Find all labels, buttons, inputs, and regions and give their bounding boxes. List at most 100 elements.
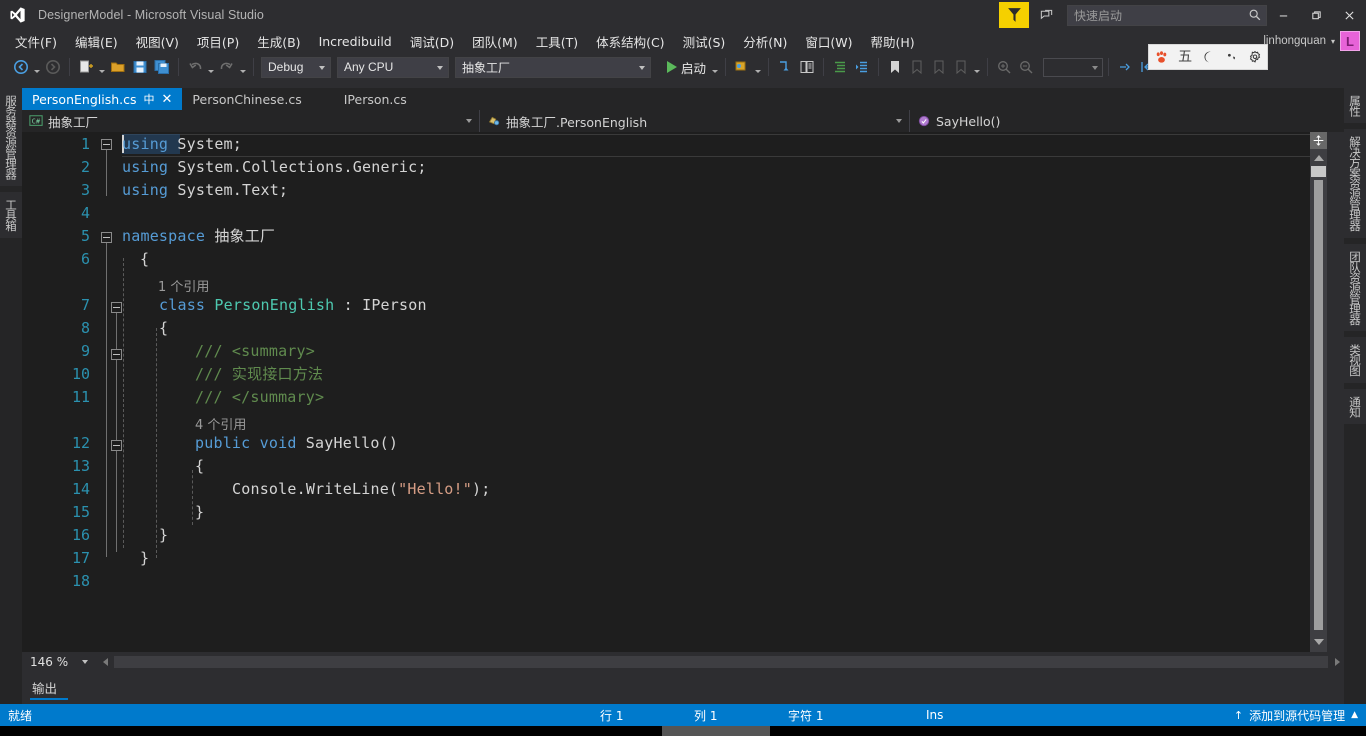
moon-icon[interactable] — [1201, 50, 1215, 64]
menu-item-team[interactable]: 团队(M) — [463, 29, 527, 54]
tab-output[interactable]: 输出 — [32, 678, 57, 697]
input-mode-wubi-label[interactable]: 五 — [1178, 50, 1192, 64]
open-file-icon[interactable] — [107, 56, 129, 78]
start-caret[interactable] — [710, 56, 720, 78]
attach-caret[interactable] — [753, 56, 763, 78]
attach-to-process-icon[interactable] — [731, 56, 753, 78]
sidebar-item-team-explorer[interactable]: 团队资源管理器 — [1344, 243, 1366, 331]
user-account-bar[interactable]: linhongquan ▾ L — [1263, 30, 1360, 52]
code-line[interactable]: 13 { — [22, 454, 1314, 477]
menu-item-architecture[interactable]: 体系结构(C) — [587, 29, 673, 54]
menu-item-project[interactable]: 项目(P) — [188, 29, 248, 54]
bookmark-caret[interactable] — [972, 56, 982, 78]
code-line[interactable]: 8 { — [22, 316, 1314, 339]
code-line[interactable]: 3 using System.Text; — [22, 178, 1314, 201]
close-icon[interactable]: ✕ — [162, 92, 173, 107]
increase-indent-icon[interactable] — [829, 56, 851, 78]
close-button[interactable] — [1333, 0, 1366, 30]
code-line[interactable]: 16 } — [22, 523, 1314, 546]
maximize-restore-button[interactable] — [1300, 0, 1333, 30]
pin-icon[interactable]: 中 — [144, 91, 155, 107]
menu-item-window[interactable]: 窗口(W) — [796, 29, 861, 54]
menu-item-analyze[interactable]: 分析(N) — [734, 29, 796, 54]
sidebar-item-server-explorer[interactable]: 服务器资源管理器 — [0, 88, 22, 186]
quick-launch-search[interactable]: 快速启动 — [1067, 4, 1267, 26]
save-all-icon[interactable] — [151, 56, 173, 78]
chevron-down-icon[interactable] — [82, 660, 89, 664]
tab-person-english[interactable]: PersonEnglish.cs 中 ✕ — [22, 88, 183, 110]
toggle-bookmark-icon[interactable] — [1114, 56, 1136, 78]
sidebar-item-notifications[interactable]: 通知 — [1344, 388, 1366, 424]
chevron-down-icon[interactable]: ▾ — [1331, 37, 1335, 46]
feedback-flag-icon[interactable] — [999, 2, 1029, 28]
code-line[interactable]: 11 /// </summary> — [22, 385, 1314, 408]
redo-caret[interactable] — [238, 56, 248, 78]
project-selector-combo[interactable]: C# 抽象工厂 — [22, 110, 480, 132]
new-project-caret[interactable] — [97, 56, 107, 78]
scroll-up-arrow-icon[interactable] — [1310, 150, 1327, 166]
menu-item-build[interactable]: 生成(B) — [248, 29, 309, 54]
save-icon[interactable] — [129, 56, 151, 78]
minimize-button[interactable] — [1267, 0, 1300, 30]
code-line[interactable]: 12 public void SayHello() — [22, 431, 1314, 454]
scroll-right-arrow-icon[interactable] — [1330, 654, 1344, 670]
code-line[interactable]: 5 namespace 抽象工厂 — [22, 224, 1314, 247]
editor-scroll-track[interactable] — [1314, 180, 1323, 630]
avatar[interactable]: L — [1340, 31, 1360, 51]
code-line[interactable]: 4 — [22, 201, 1314, 224]
tab-person-chinese[interactable]: PersonChinese.cs — [182, 88, 311, 110]
navigate-backward-icon[interactable] — [10, 56, 32, 78]
comment-selection-icon[interactable] — [796, 56, 818, 78]
editor-horizontal-scrollbar[interactable] — [114, 656, 1328, 668]
menu-item-debug[interactable]: 调试(D) — [401, 29, 463, 54]
menu-item-help[interactable]: 帮助(H) — [862, 29, 924, 54]
menu-item-test[interactable]: 测试(S) — [674, 29, 735, 54]
configuration-combo[interactable]: Debug — [261, 56, 331, 78]
send-feedback-icon[interactable] — [1033, 2, 1059, 28]
menu-item-file[interactable]: 文件(F) — [6, 29, 66, 54]
paw-icon[interactable] — [1154, 50, 1169, 65]
gear-icon[interactable] — [1248, 50, 1262, 64]
menu-item-tools[interactable]: 工具(T) — [527, 29, 587, 54]
sidebar-item-properties[interactable]: 属性 — [1344, 88, 1366, 123]
decrease-indent-icon[interactable] — [851, 56, 873, 78]
zoom-level[interactable]: 146 % — [22, 655, 68, 669]
menu-item-edit[interactable]: 编辑(E) — [66, 29, 127, 54]
scroll-left-arrow-icon[interactable] — [98, 654, 112, 670]
tab-iperson[interactable]: IPerson.cs — [334, 88, 417, 110]
sidebar-item-toolbox[interactable]: 工具箱 — [0, 192, 22, 238]
code-line[interactable]: 10 /// 实现接口方法 — [22, 362, 1314, 385]
menu-item-view[interactable]: 视图(V) — [127, 29, 188, 54]
start-debugging-button[interactable]: 启动 — [663, 56, 710, 78]
sidebar-item-solution-explorer[interactable]: 解决方案资源管理器 — [1344, 129, 1366, 238]
find-combo[interactable] — [1043, 57, 1104, 77]
code-line[interactable]: 15 } — [22, 500, 1314, 523]
scroll-down-arrow-icon[interactable] — [1310, 634, 1327, 650]
code-line[interactable]: 7 class PersonEnglish : IPerson — [22, 293, 1314, 316]
code-line[interactable]: 1 using System; — [22, 132, 1314, 155]
taskbar-item[interactable] — [662, 726, 770, 736]
code-line[interactable]: 6 { — [22, 247, 1314, 270]
menu-item-incredibuild[interactable]: Incredibuild — [310, 31, 401, 52]
new-project-icon[interactable] — [75, 56, 97, 78]
editor-split-handle[interactable] — [1310, 132, 1327, 149]
member-selector-combo[interactable]: SayHello() — [910, 110, 1340, 132]
code-line[interactable]: 18 — [22, 569, 1314, 592]
code-editor[interactable]: 1 using System; 2 using System.Collectio… — [22, 132, 1322, 652]
undo-caret[interactable] — [206, 56, 216, 78]
type-selector-combo[interactable]: 抽象工厂.PersonEnglish — [480, 110, 910, 132]
sidebar-item-class-view[interactable]: 类视图 — [1344, 337, 1366, 383]
editor-scroll-thumb[interactable] — [1311, 166, 1326, 177]
code-line[interactable]: 14 Console.WriteLine("Hello!"); — [22, 477, 1314, 500]
startup-project-combo[interactable]: 抽象工厂 — [455, 56, 651, 78]
platform-combo[interactable]: Any CPU — [337, 56, 449, 78]
status-source-control[interactable]: ↑ 添加到源代码管理 ▲ — [1234, 707, 1358, 724]
bookmark-icon[interactable] — [884, 56, 906, 78]
code-line[interactable]: 2 using System.Collections.Generic; — [22, 155, 1314, 178]
ime-toolbar[interactable]: 五 — [1148, 44, 1268, 70]
step-into-icon[interactable] — [774, 56, 796, 78]
navigate-backward-caret[interactable] — [32, 56, 42, 78]
punctuation-icon[interactable] — [1225, 50, 1239, 64]
code-line[interactable]: 9 /// <summary> — [22, 339, 1314, 362]
code-line[interactable]: 17 } — [22, 546, 1314, 569]
